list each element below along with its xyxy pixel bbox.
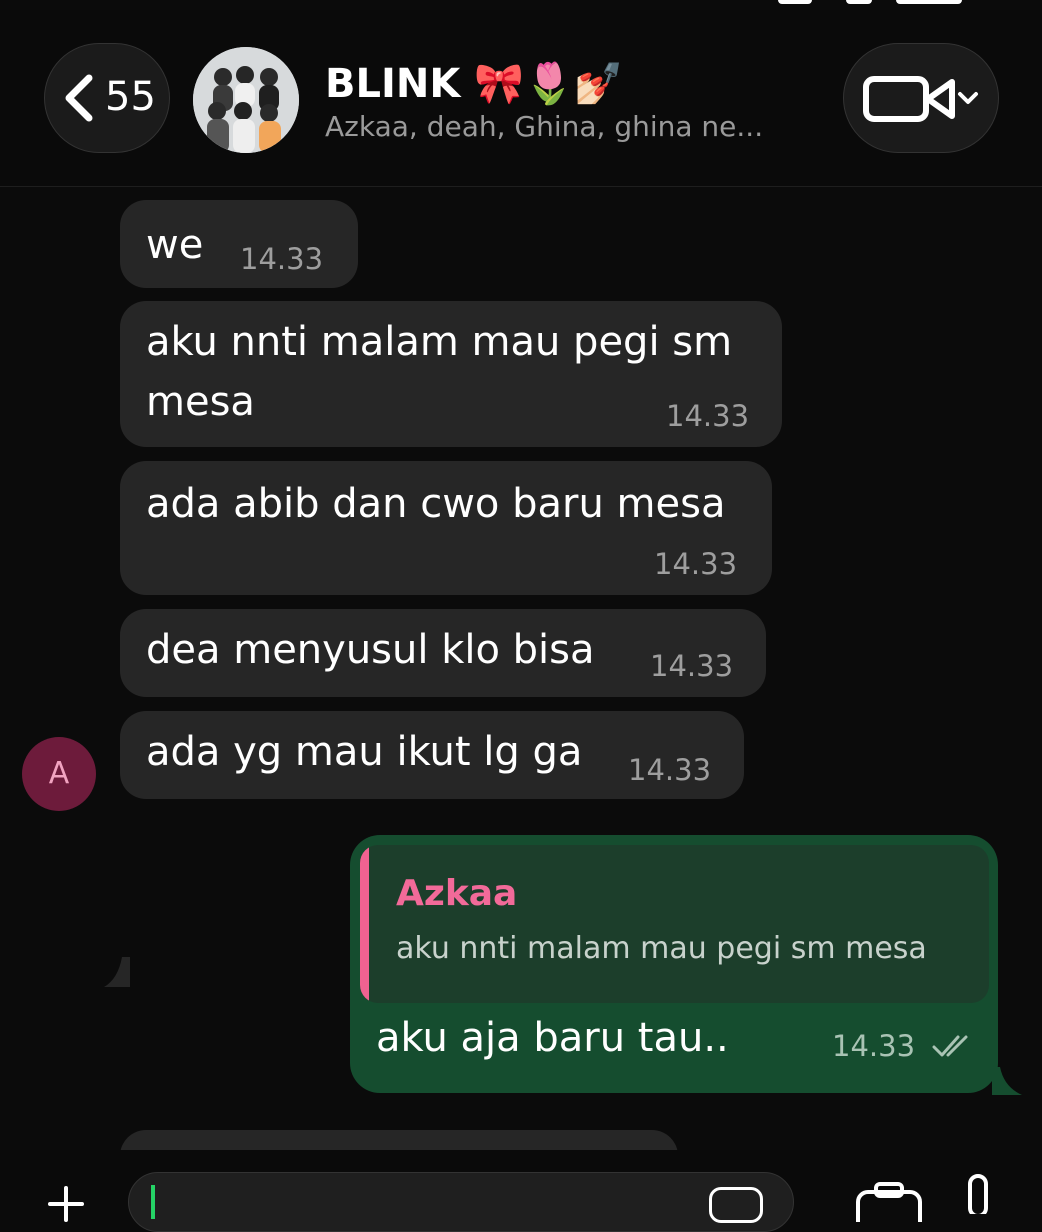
text-cursor bbox=[151, 1185, 155, 1219]
chevron-left-icon bbox=[65, 74, 93, 122]
camera-icon[interactable] bbox=[854, 1182, 924, 1222]
quoted-message[interactable]: Azkaa aku nnti malam mau pegi sm mesa bbox=[360, 845, 989, 1003]
message-bubble[interactable]: dea menyusul klo bisa 14.33 bbox=[120, 609, 766, 697]
message-text-line: aku nnti malam mau pegi sm bbox=[146, 319, 733, 365]
group-photo-icon bbox=[193, 47, 299, 153]
message-time: 14.33 bbox=[832, 1029, 916, 1063]
wifi-icon bbox=[846, 0, 872, 4]
status-bar bbox=[0, 0, 1042, 10]
message-text-line: mesa bbox=[146, 379, 255, 425]
message-bubble[interactable]: ada abib dan cwo baru mesa 14.33 bbox=[120, 461, 772, 595]
quote-text: aku nnti malam mau pegi sm mesa bbox=[396, 931, 927, 966]
video-camera-icon bbox=[863, 76, 978, 122]
quote-author: Azkaa bbox=[396, 873, 518, 914]
message-time: 14.33 bbox=[240, 242, 324, 276]
sticker-icon[interactable] bbox=[709, 1187, 763, 1223]
message-input[interactable] bbox=[128, 1172, 794, 1232]
double-check-icon bbox=[932, 1035, 968, 1057]
signal-icon bbox=[778, 0, 812, 4]
message-bubble[interactable]: we 14.33 bbox=[120, 200, 358, 288]
bubble-tail bbox=[992, 1067, 1022, 1095]
status-icons bbox=[760, 0, 970, 6]
bubble-tail bbox=[104, 957, 130, 987]
message-text: ada yg mau ikut lg ga bbox=[146, 729, 583, 775]
message-bubble[interactable]: aku nnti malam mau pegi sm mesa 14.33 bbox=[120, 301, 782, 447]
group-avatar[interactable] bbox=[193, 47, 299, 153]
video-call-button[interactable] bbox=[843, 43, 999, 153]
battery-icon bbox=[896, 0, 962, 4]
sender-avatar[interactable]: A bbox=[22, 737, 96, 811]
chat-members[interactable]: Azkaa, deah, Ghina, ghina ne... bbox=[325, 110, 825, 143]
outgoing-message-bubble[interactable]: Azkaa aku nnti malam mau pegi sm mesa ak… bbox=[350, 835, 998, 1093]
message-composer bbox=[0, 1150, 1042, 1232]
quote-accent-bar bbox=[360, 845, 369, 1003]
message-text: we bbox=[146, 222, 204, 268]
plus-icon[interactable] bbox=[48, 1186, 84, 1222]
chat-header: 55 BLINK 🎀🌷💅🏻 Azkaa, deah, Ghina, ghina … bbox=[0, 10, 1042, 187]
message-text: ada abib dan cwo baru mesa bbox=[146, 481, 726, 527]
message-time: 14.33 bbox=[654, 547, 738, 581]
message-bubble[interactable]: ada yg mau ikut lg ga 14.33 bbox=[120, 711, 744, 799]
message-time: 14.33 bbox=[650, 649, 734, 683]
back-button[interactable]: 55 bbox=[44, 43, 170, 153]
chat-title[interactable]: BLINK 🎀🌷💅🏻 bbox=[325, 60, 624, 107]
message-text: dea menyusul klo bisa bbox=[146, 627, 595, 673]
message-time: 14.33 bbox=[628, 753, 712, 787]
microphone-icon[interactable] bbox=[958, 1174, 998, 1214]
message-time: 14.33 bbox=[666, 399, 750, 433]
message-text: aku aja baru tau.. bbox=[376, 1015, 729, 1061]
message-bubble-partial bbox=[120, 1130, 678, 1150]
unread-count: 55 bbox=[105, 74, 156, 120]
message-list[interactable]: we 14.33 aku nnti malam mau pegi sm mesa… bbox=[0, 187, 1042, 1150]
